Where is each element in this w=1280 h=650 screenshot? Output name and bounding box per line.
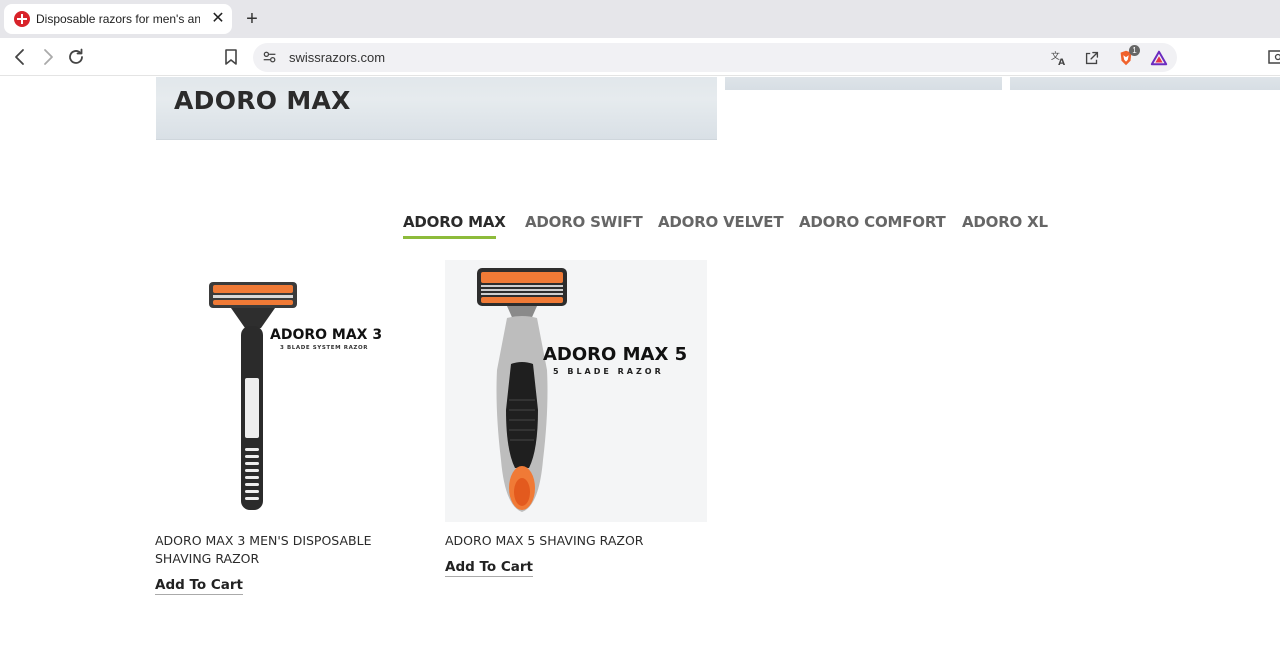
product-image[interactable]: ADORO MAX 5 5 BLADE RAZOR: [445, 260, 707, 522]
new-tab-button[interactable]: +: [240, 7, 264, 31]
translate-icon[interactable]: 文A: [1048, 47, 1070, 69]
bookmark-icon[interactable]: [219, 45, 243, 69]
product-image[interactable]: ADORO MAX 3 3 BLADE SYSTEM RAZOR: [155, 260, 417, 522]
product-image-title: ADORO MAX 5: [543, 344, 687, 365]
category-hero-banner: ADORO MAX: [156, 77, 717, 140]
reload-icon[interactable]: [64, 45, 88, 69]
tab-title: Disposable razors for men's and: [36, 12, 200, 26]
tab-adoro-xl[interactable]: ADORO XL: [962, 213, 1048, 231]
product-image-subtitle: 3 BLADE SYSTEM RAZOR: [280, 345, 368, 351]
hero-side-image: [1010, 77, 1280, 90]
active-tab-underline: [403, 236, 496, 239]
browser-tab[interactable]: Disposable razors for men's and ✕: [4, 4, 232, 34]
category-tabs: ADORO MAX ADORO SWIFT ADORO VELVET ADORO…: [0, 213, 1280, 243]
product-card: ADORO MAX 3 3 BLADE SYSTEM RAZOR ADORO M…: [155, 260, 417, 595]
site-settings-icon[interactable]: [261, 48, 281, 68]
product-image-title: ADORO MAX 3: [270, 327, 382, 343]
brave-rewards-icon[interactable]: [1148, 47, 1170, 69]
share-icon[interactable]: [1081, 47, 1103, 69]
tab-adoro-comfort[interactable]: ADORO COMFORT: [799, 213, 946, 231]
tab-adoro-swift[interactable]: ADORO SWIFT: [525, 213, 643, 231]
svg-text:A: A: [1058, 58, 1065, 67]
brave-shields-icon[interactable]: 1: [1115, 45, 1140, 69]
product-name[interactable]: ADORO MAX 5 SHAVING RAZOR: [445, 532, 707, 550]
url-text[interactable]: swissrazors.com: [289, 50, 385, 65]
address-bar[interactable]: swissrazors.com 文A 1: [253, 43, 1177, 72]
product-image-subtitle: 5 BLADE RAZOR: [553, 367, 664, 376]
tab-adoro-velvet[interactable]: ADORO VELVET: [658, 213, 784, 231]
hero-title: ADORO MAX: [174, 86, 351, 115]
add-to-cart-button[interactable]: Add To Cart: [155, 577, 243, 595]
side-panel-icon[interactable]: [1264, 45, 1280, 69]
hero-side-image: [725, 77, 1002, 90]
forward-icon[interactable]: [36, 45, 60, 69]
product-card: ADORO MAX 5 5 BLADE RAZOR ADORO MAX 5 SH…: [445, 260, 707, 577]
back-icon[interactable]: [8, 45, 32, 69]
product-name[interactable]: ADORO MAX 3 MEN'S DISPOSABLE SHAVING RAZ…: [155, 532, 417, 568]
swiss-cross-favicon-icon: [14, 11, 30, 27]
browser-toolbar: swissrazors.com 文A 1: [0, 38, 1280, 76]
shields-count-badge: 1: [1129, 45, 1140, 56]
add-to-cart-button[interactable]: Add To Cart: [445, 559, 533, 577]
tab-close-icon[interactable]: ✕: [208, 9, 228, 29]
tab-adoro-max[interactable]: ADORO MAX: [403, 213, 506, 231]
page-content: ADORO MAX ADORO MAX ADORO SWIFT ADORO VE…: [0, 77, 1280, 650]
browser-tab-bar: Disposable razors for men's and ✕ +: [0, 0, 1280, 38]
